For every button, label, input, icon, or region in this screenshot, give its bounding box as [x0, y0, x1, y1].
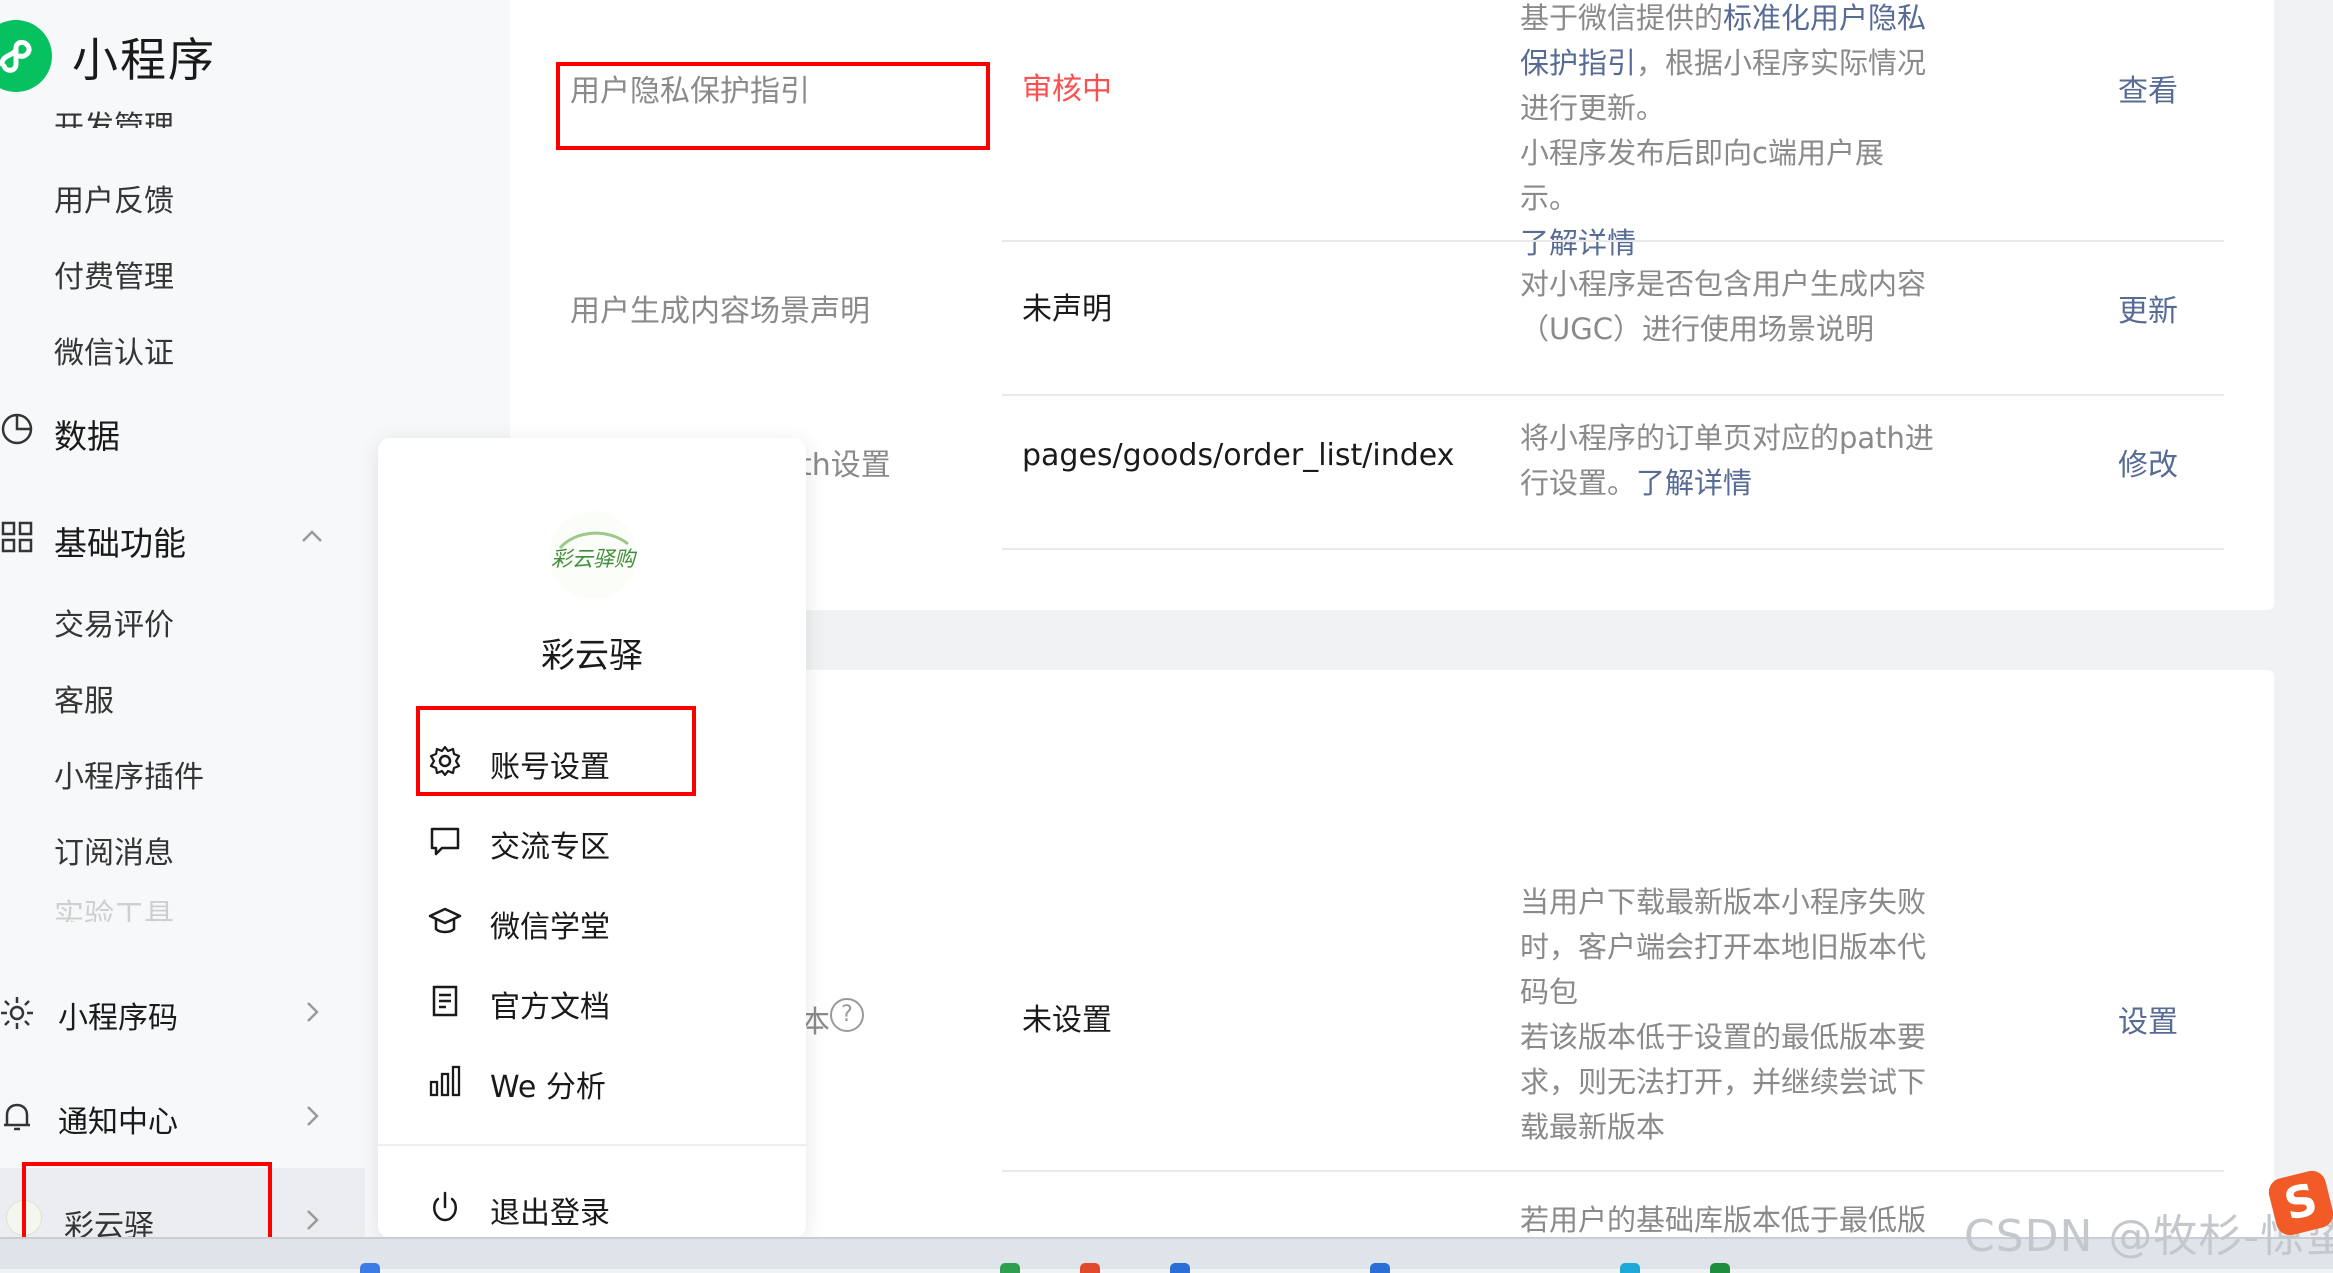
- account-display-name: 彩云驿: [378, 628, 806, 677]
- menu-wechat-academy[interactable]: 微信学堂: [428, 898, 768, 948]
- bell-icon: [0, 1100, 34, 1134]
- sidebar-section-data[interactable]: 数据: [54, 410, 120, 458]
- link-standard-privacy[interactable]: 标准化用户隐私: [1723, 1, 1926, 35]
- chevron-right-icon[interactable]: [300, 1000, 324, 1024]
- sidebar-item-wechat-auth[interactable]: 微信认证: [54, 328, 174, 372]
- menu-label: 交流专区: [490, 822, 610, 866]
- chevron-right-icon[interactable]: [300, 1208, 324, 1232]
- modify-button[interactable]: 修改: [2118, 440, 2178, 484]
- sidebar-item-lab-tools[interactable]: 实验工具: [54, 896, 174, 922]
- row-divider: [1002, 394, 2224, 396]
- link-learn-more[interactable]: 了解详情: [1636, 466, 1752, 500]
- menu-divider: [378, 1144, 806, 1146]
- document-icon: [428, 984, 462, 1018]
- taskbar-app-icon[interactable]: [1000, 1263, 1020, 1273]
- menu-community[interactable]: 交流专区: [428, 818, 768, 868]
- row-divider: [1002, 240, 2224, 242]
- update-button[interactable]: 更新: [2118, 286, 2178, 330]
- svg-text:彩云驿购: 彩云驿购: [551, 547, 638, 571]
- menu-label: 退出登录: [490, 1188, 610, 1232]
- menu-label: 官方文档: [490, 982, 610, 1026]
- setting-label-ugc: 用户生成内容场景声明: [570, 286, 870, 330]
- setting-desc-ugc: 对小程序是否包含用户生成内容 （UGC）进行使用场景说明: [1520, 262, 1940, 352]
- app-title: 小程序: [72, 24, 216, 90]
- help-icon[interactable]: ?: [830, 998, 864, 1032]
- menu-we-analysis[interactable]: We 分析: [428, 1058, 768, 1108]
- account-avatar-logo: 彩云驿购: [546, 508, 640, 602]
- pie-chart-icon: [0, 412, 34, 446]
- setting-value-ugc: 未声明: [1022, 284, 1112, 328]
- setting-desc-order-path: 将小程序的订单页对应的path进 行设置。了解详情: [1520, 416, 1940, 506]
- miniprogram-logo-icon: [0, 20, 52, 92]
- setting-desc-privacy: 基于微信提供的标准化用户隐私 保护指引，根据小程序实际情况 进行更新。 小程序发…: [1520, 0, 1940, 266]
- setting-value-order-path: pages/goods/order_list/index: [1022, 438, 1454, 473]
- row-divider: [1002, 548, 2224, 550]
- sidebar-item-trade-review[interactable]: 交易评价: [54, 600, 174, 644]
- graduation-cap-icon: [428, 904, 462, 938]
- sidebar-item-subscribe-msg[interactable]: 订阅消息: [54, 828, 174, 872]
- sidebar-item-plugins[interactable]: 小程序插件: [54, 752, 204, 796]
- qrcode-sun-icon: [0, 996, 34, 1030]
- chevron-up-icon[interactable]: [300, 524, 324, 548]
- row-divider: [1002, 1170, 2224, 1172]
- taskbar-app-icon[interactable]: [1370, 1263, 1390, 1273]
- taskbar-app-icon[interactable]: [1620, 1263, 1640, 1273]
- sidebar-item-payment[interactable]: 付费管理: [54, 252, 174, 296]
- menu-label: 微信学堂: [490, 902, 610, 946]
- highlight-box-privacy: [556, 62, 990, 150]
- chat-bubble-icon: [428, 824, 462, 858]
- menu-label: We 分析: [490, 1062, 606, 1106]
- menu-logout[interactable]: 退出登录: [428, 1184, 768, 1234]
- sidebar-item-dev-management[interactable]: 开发管理: [54, 100, 174, 128]
- sidebar-item-customer-service[interactable]: 客服: [54, 676, 114, 720]
- sidebar-item-notify-center[interactable]: 通知中心: [58, 1097, 178, 1141]
- link-learn-more[interactable]: 了解详情: [1520, 226, 1636, 260]
- taskbar-app-icon[interactable]: [360, 1263, 380, 1273]
- power-icon: [428, 1190, 462, 1224]
- chevron-right-icon[interactable]: [300, 1104, 324, 1128]
- sidebar-item-miniprogram-code[interactable]: 小程序码: [58, 993, 178, 1037]
- highlight-box-account-settings: [416, 706, 696, 796]
- taskbar-app-icon[interactable]: [1710, 1263, 1730, 1273]
- sidebar-section-basic[interactable]: 基础功能: [54, 517, 186, 565]
- link-privacy-guide[interactable]: 保护指引: [1520, 46, 1636, 80]
- taskbar-app-icon[interactable]: [1080, 1263, 1100, 1273]
- setting-value-min-version: 未设置: [1022, 995, 1112, 1039]
- setting-desc-min-version: 当用户下载最新版本小程序失败 时，客户端会打开本地旧版本代 码包 若该版本低于设…: [1520, 880, 1940, 1150]
- status-badge-reviewing: 审核中: [1022, 64, 1112, 108]
- setting-label-order-path: th设置: [800, 440, 891, 484]
- account-popup-menu: 彩云驿购 彩云驿 账号设置 交流专区 微信学堂 官方文档 We 分析 退出登录: [378, 438, 806, 1238]
- analytics-icon: [428, 1064, 462, 1098]
- menu-official-docs[interactable]: 官方文档: [428, 978, 768, 1028]
- grid-icon: [0, 520, 34, 554]
- sidebar-item-user-feedback[interactable]: 用户反馈: [54, 176, 174, 220]
- highlight-box-account: [22, 1162, 272, 1237]
- taskbar-app-icon[interactable]: [1170, 1263, 1190, 1273]
- set-button[interactable]: 设置: [2118, 997, 2178, 1041]
- view-button[interactable]: 查看: [2118, 66, 2178, 110]
